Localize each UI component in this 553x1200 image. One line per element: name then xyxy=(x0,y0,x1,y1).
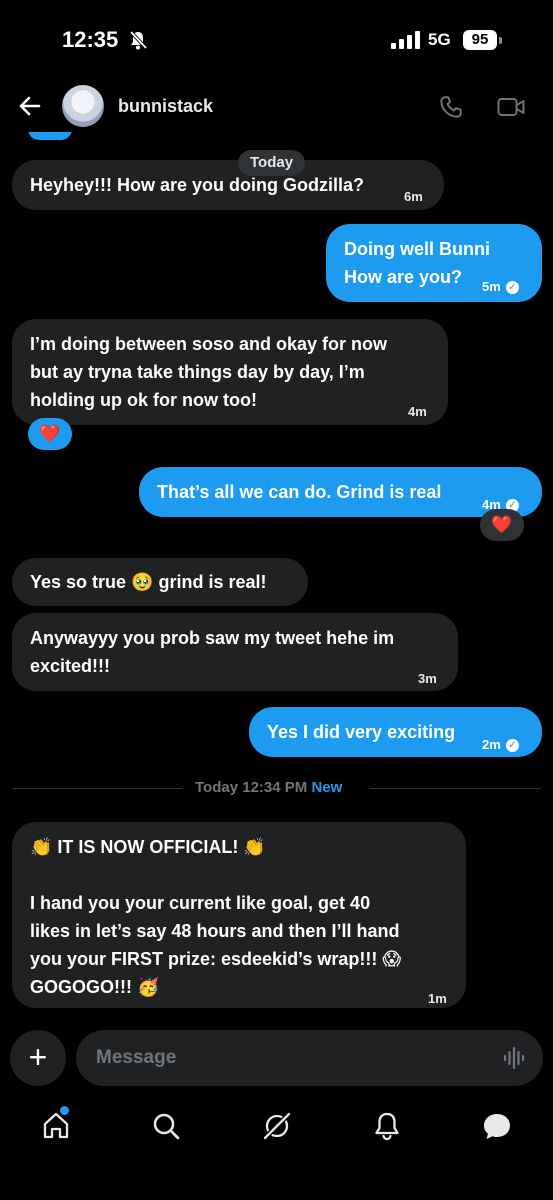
message-bubble-outgoing[interactable]: Yes I did very exciting 2m ✓ xyxy=(249,707,542,757)
grok-icon[interactable] xyxy=(261,1110,293,1142)
message-timestamp: 2m ✓ xyxy=(482,731,519,759)
messages-icon[interactable] xyxy=(481,1110,513,1142)
notification-dot xyxy=(60,1106,69,1115)
message-timestamp: 6m xyxy=(404,189,423,204)
status-bar: 12:35 5G 95 xyxy=(0,0,553,80)
signal-icon xyxy=(391,31,420,49)
divider-label: Today 12:34 PM New xyxy=(195,779,343,796)
message-bubble-incoming[interactable]: 👏 IT IS NOW OFFICIAL! 👏 I hand you your … xyxy=(12,822,466,1008)
divider-line xyxy=(12,788,182,789)
heart-reaction-badge[interactable]: ❤️ xyxy=(28,418,72,450)
network-label: 5G xyxy=(428,30,451,49)
battery-tip xyxy=(499,37,502,44)
message-bubble-incoming[interactable]: Heyhey!!! How are you doing Godzilla? 6m xyxy=(12,160,444,210)
message-timestamp: 5m ✓ xyxy=(482,273,519,301)
message-list[interactable]: Heyhey!!! How are you doing Godzilla? 6m… xyxy=(0,132,553,1020)
message-bubble-incoming[interactable]: Yes so true 🥹 grind is real! xyxy=(12,558,308,606)
back-arrow-icon[interactable] xyxy=(18,94,42,118)
home-icon[interactable] xyxy=(40,1110,72,1142)
reaction-badge[interactable] xyxy=(28,132,72,140)
message-bubble-incoming[interactable]: Anywayyy you prob saw my tweet hehe im e… xyxy=(12,613,458,691)
add-media-button[interactable]: + xyxy=(10,1030,66,1086)
status-time: 12:35 xyxy=(62,27,119,52)
message-bubble-outgoing[interactable]: That’s all we can do. Grind is real 4m ✓ xyxy=(139,467,542,517)
contact-name[interactable]: bunnistack xyxy=(118,96,213,117)
message-text: 👏 IT IS NOW OFFICIAL! 👏 I hand you your … xyxy=(30,837,402,997)
divider-line xyxy=(370,788,541,789)
new-label: New xyxy=(311,779,343,796)
message-text: Anywayyy you prob saw my tweet hehe im e… xyxy=(30,628,395,676)
message-bubble-outgoing[interactable]: Doing well Bunni How are you? 5m ✓ xyxy=(326,224,542,302)
message-timestamp: 1m xyxy=(428,991,447,1006)
message-text: Heyhey!!! How are you doing Godzilla? xyxy=(30,175,365,195)
read-check-icon: ✓ xyxy=(505,281,519,295)
search-icon[interactable] xyxy=(150,1110,182,1142)
read-check-icon: ✓ xyxy=(505,739,519,753)
avatar[interactable] xyxy=(62,85,104,127)
video-call-icon[interactable] xyxy=(497,95,525,119)
unread-divider: Today 12:34 PM New xyxy=(0,777,553,799)
notifications-icon[interactable] xyxy=(371,1110,403,1142)
bottom-tab-bar xyxy=(0,1100,553,1200)
battery-level: 95 xyxy=(463,30,497,50)
message-text: Yes so true 🥹 grind is real! xyxy=(30,572,267,592)
conversation-header: bunnistack xyxy=(0,80,553,132)
composer: + xyxy=(0,1030,553,1090)
date-pill: Today xyxy=(238,150,306,176)
heart-reaction-badge[interactable]: ❤️ xyxy=(480,509,524,541)
message-timestamp: 4m xyxy=(408,404,427,419)
bell-mute-icon xyxy=(129,30,148,50)
message-input[interactable] xyxy=(76,1030,543,1086)
message-text: I’m doing between soso and okay for now … xyxy=(30,334,388,410)
message-text: That’s all we can do. Grind is real xyxy=(157,482,442,502)
message-timestamp: 3m xyxy=(418,671,437,686)
message-bubble-incoming[interactable]: I’m doing between soso and okay for now … xyxy=(12,319,448,425)
phone-icon[interactable] xyxy=(438,94,464,120)
voice-message-icon[interactable] xyxy=(502,1046,526,1070)
